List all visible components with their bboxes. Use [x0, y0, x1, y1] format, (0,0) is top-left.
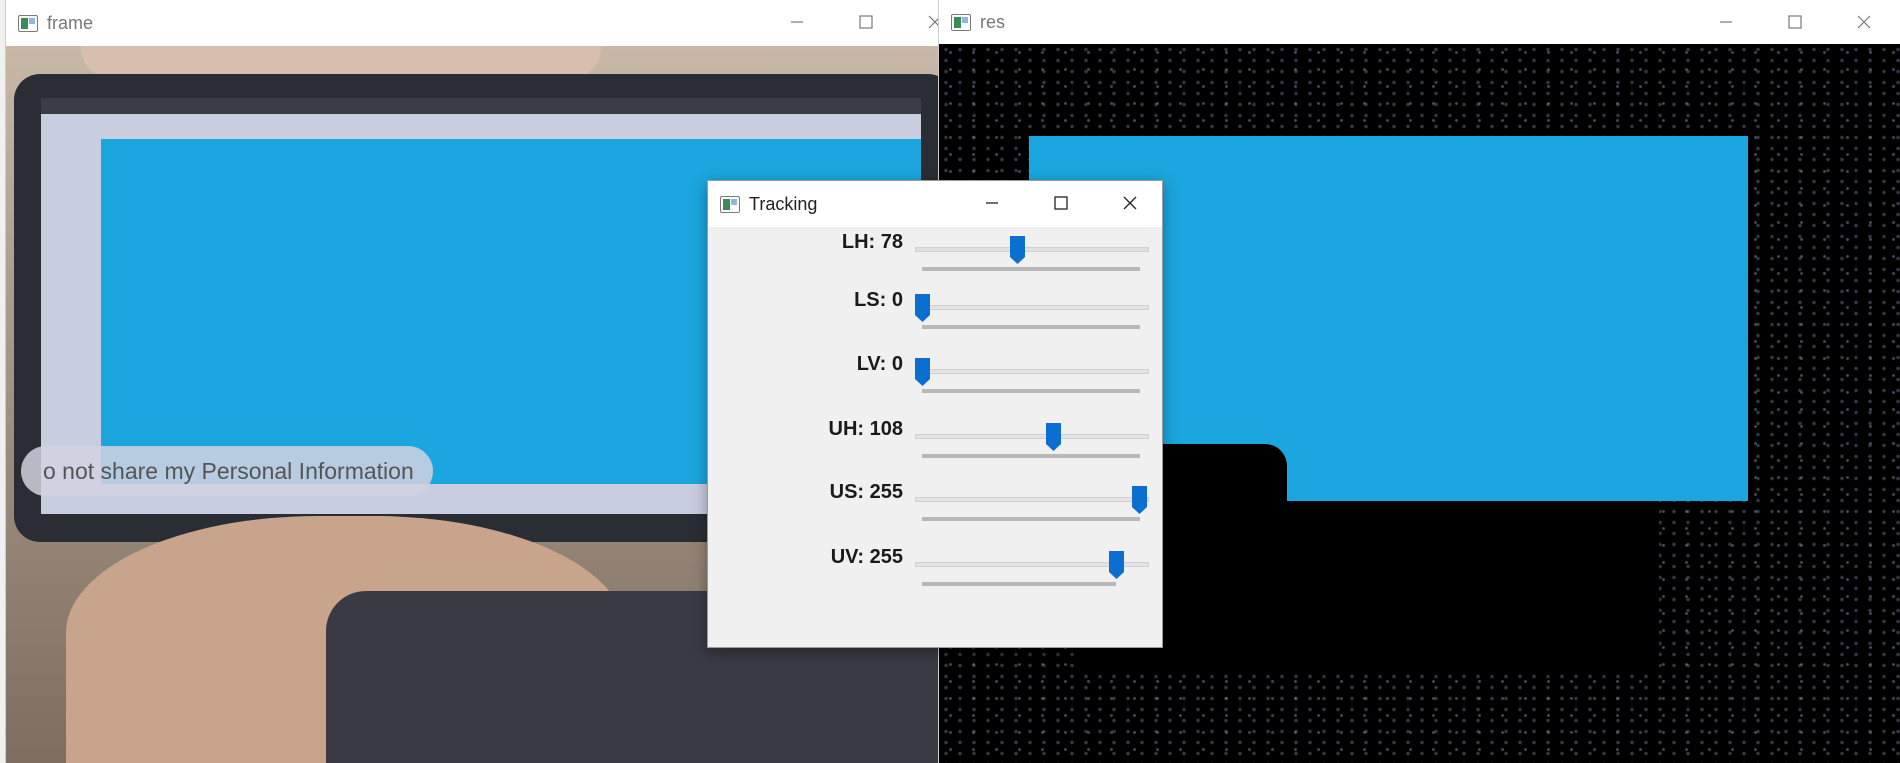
trackbar-baseline [922, 267, 1140, 271]
minimize-icon [1719, 21, 1732, 23]
trackbar-baseline [922, 582, 1116, 586]
frame-maximize-button[interactable] [831, 0, 900, 44]
mask-black-area [1079, 474, 1659, 674]
trackbar-thumb[interactable] [1045, 422, 1062, 452]
opencv-window-icon [951, 13, 971, 31]
opencv-window-icon [18, 14, 38, 32]
tracking-window: Tracking LH: 78 LS: 0 LV: 0 UH: 108 US: 255 U… [707, 180, 1163, 648]
frame-close-button[interactable] [900, 0, 939, 44]
trackbar-label: LV: 0 [856, 353, 903, 375]
opencv-window-icon [720, 195, 740, 213]
trackbar-thumb[interactable] [914, 357, 931, 387]
tracking-minimize-button[interactable] [957, 181, 1026, 225]
trackbar-track[interactable] [915, 434, 1149, 439]
minimize-icon [985, 202, 998, 204]
tracking-title: Tracking [749, 193, 818, 214]
trackbar-row: UV: 255 [708, 542, 1162, 606]
trackbar-baseline [922, 517, 1140, 521]
frame-title: frame [47, 12, 94, 33]
res-title: res [980, 11, 1006, 32]
trackbar-thumb[interactable] [914, 293, 931, 323]
close-icon [1857, 15, 1870, 29]
maximize-icon [1787, 15, 1802, 29]
trackbar-thumb[interactable] [1131, 485, 1148, 515]
tracking-titlebar[interactable]: Tracking [708, 181, 1162, 228]
trackbar-row: LV: 0 [708, 349, 1162, 413]
res-titlebar[interactable]: res [939, 0, 1900, 44]
tracking-close-button[interactable] [1095, 181, 1162, 225]
trackbar-track[interactable] [915, 497, 1149, 502]
trackbar-label: UH: 108 [828, 418, 903, 440]
trackbar-row: US: 255 [708, 477, 1162, 541]
trackbar-track[interactable] [915, 305, 1149, 310]
phone-button-text: o not share my Personal Information [21, 446, 433, 496]
trackbar-row: LH: 78 [708, 227, 1162, 291]
trackbar-label: LH: 78 [841, 231, 903, 253]
res-minimize-button[interactable] [1691, 0, 1760, 44]
close-icon [1123, 196, 1136, 210]
trackbar-baseline [922, 454, 1140, 458]
trackbar-row: LS: 0 [708, 285, 1162, 349]
trackbar-row: UH: 108 [708, 414, 1162, 478]
trackbar-label: US: 255 [829, 481, 903, 503]
trackbar-label: UV: 255 [830, 546, 903, 568]
trackbar-panel: LH: 78 LS: 0 LV: 0 UH: 108 US: 255 UV: 255 [708, 227, 1162, 647]
frame-minimize-button[interactable] [762, 0, 831, 44]
trackbar-thumb[interactable] [1108, 550, 1125, 580]
trackbar-baseline [922, 325, 1140, 329]
maximize-icon [1053, 196, 1068, 210]
trackbar-track[interactable] [915, 247, 1149, 252]
trackbar-thumb[interactable] [1009, 235, 1026, 265]
maximize-icon [858, 15, 873, 29]
tracking-maximize-button[interactable] [1026, 181, 1095, 225]
trackbar-track[interactable] [915, 369, 1149, 374]
res-close-button[interactable] [1829, 0, 1898, 44]
trackbar-label: LS: 0 [854, 289, 903, 311]
res-maximize-button[interactable] [1760, 0, 1829, 44]
trackbar-baseline [922, 389, 1140, 393]
minimize-icon [790, 21, 803, 23]
frame-titlebar[interactable]: frame [6, 0, 939, 46]
